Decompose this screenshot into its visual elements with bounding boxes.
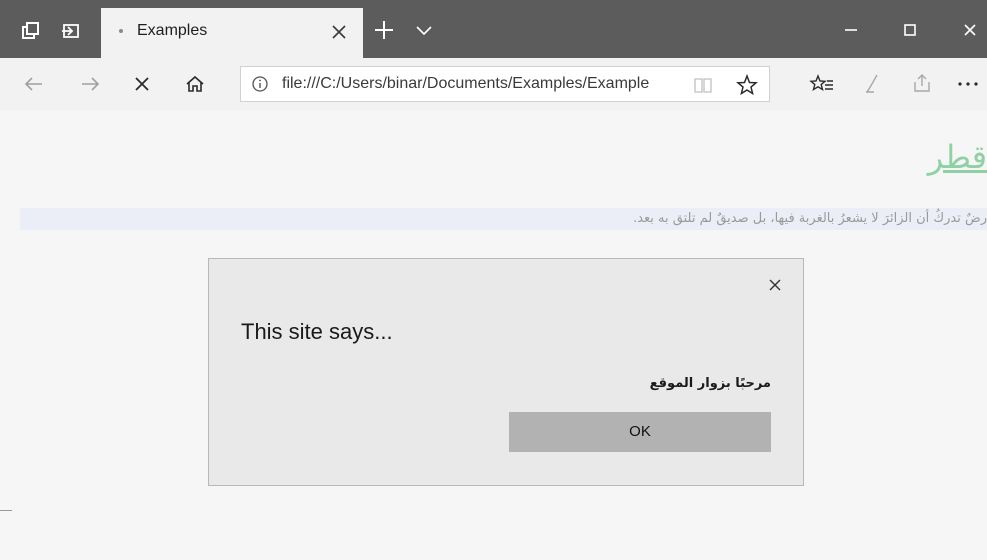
star-icon[interactable]	[735, 73, 759, 97]
dialog-close-icon[interactable]	[765, 275, 785, 295]
pen-icon[interactable]	[860, 70, 888, 98]
minimize-button[interactable]	[831, 14, 871, 46]
more-icon[interactable]	[954, 70, 982, 98]
ok-button[interactable]: OK	[509, 412, 771, 452]
share-icon[interactable]	[908, 70, 936, 98]
window-close-button[interactable]	[950, 14, 987, 46]
forward-arrow-icon[interactable]	[76, 70, 104, 98]
page-heading-link[interactable]: قطر	[928, 138, 987, 176]
back-arrow-icon[interactable]	[20, 70, 48, 98]
browser-tab[interactable]: Examples	[101, 8, 363, 58]
address-bar[interactable]: file:///C:/Users/binar/Documents/Example…	[240, 66, 770, 102]
tab-close-icon[interactable]	[327, 20, 351, 44]
browser-toolbar: file:///C:/Users/binar/Documents/Example…	[0, 58, 987, 110]
url-text[interactable]: file:///C:/Users/binar/Documents/Example…	[282, 75, 682, 93]
info-icon[interactable]	[251, 75, 269, 93]
favorites-icon[interactable]	[808, 70, 836, 98]
stop-icon[interactable]	[128, 70, 156, 98]
divider	[0, 510, 12, 511]
dialog-title: This site says...	[241, 319, 393, 344]
alert-dialog: This site says... مرحبًا بزوار الموقع OK	[208, 258, 804, 486]
new-tab-button[interactable]	[370, 16, 398, 44]
tab-list-chevron-down-icon[interactable]	[410, 16, 438, 44]
title-bar: Examples	[0, 0, 987, 58]
home-icon[interactable]	[181, 70, 209, 98]
maximize-button[interactable]	[890, 14, 930, 46]
loading-indicator-icon	[119, 29, 123, 33]
set-aside-tabs-icon[interactable]	[60, 20, 82, 42]
reading-view-icon[interactable]	[692, 74, 714, 96]
page-paragraph: رضٌ تدركُ أن الزائرَ لا يشعرُ بالغربة في…	[633, 211, 987, 226]
tab-actions-icon[interactable]	[20, 20, 42, 42]
tab-title: Examples	[137, 22, 208, 39]
dialog-message: مرحبًا بزوار الموقع	[649, 376, 771, 391]
